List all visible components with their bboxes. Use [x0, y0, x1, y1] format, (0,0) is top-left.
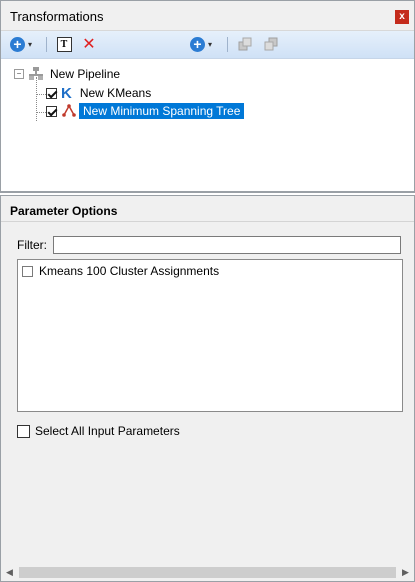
kmeans-checkbox[interactable] [46, 87, 57, 99]
spanning-tree-checkbox[interactable] [46, 105, 57, 117]
parameter-checkbox[interactable] [22, 265, 33, 277]
tree-item-label: New KMeans [79, 86, 152, 100]
move-up-button[interactable] [237, 35, 253, 53]
tree-item-minimum-spanning-tree[interactable]: New Minimum Spanning Tree [46, 102, 245, 120]
transformations-panel: Transformations x + ▾ T ✕ + ▾ − New Pipe… [0, 0, 415, 193]
list-item[interactable]: Kmeans 100 Cluster Assignments [22, 264, 219, 278]
text-icon: T [56, 36, 72, 52]
pipeline-icon [29, 67, 43, 80]
chevron-down-icon: ▾ [208, 39, 213, 49]
horizontal-scrollbar[interactable]: ◀ ▶ [1, 564, 414, 581]
select-all-label: Select All Input Parameters [35, 424, 180, 438]
tree-root-row[interactable]: − New Pipeline [14, 65, 120, 83]
add-parameter-dropdown-button[interactable]: + ▾ [190, 35, 212, 53]
tree-connector [36, 94, 46, 95]
close-button[interactable]: x [395, 10, 409, 24]
select-all-row[interactable]: Select All Input Parameters [17, 424, 180, 438]
collapse-icon[interactable]: − [14, 69, 24, 79]
scrollbar-thumb[interactable] [19, 567, 396, 578]
delete-icon: ✕ [82, 36, 96, 53]
add-dropdown-button[interactable]: + ▾ [10, 35, 32, 53]
tree-item-kmeans[interactable]: K New KMeans [46, 84, 151, 102]
add-icon: + [10, 36, 25, 52]
toolbar-separator [46, 37, 47, 52]
add-icon: + [190, 36, 205, 52]
tree-item-label: New Minimum Spanning Tree [79, 103, 245, 119]
parameter-options-panel: Parameter Options Filter: Kmeans 100 Clu… [0, 195, 415, 582]
scroll-right-icon[interactable]: ▶ [397, 564, 414, 581]
toolbar-separator [227, 37, 228, 52]
select-all-checkbox[interactable] [17, 424, 30, 438]
filter-label: Filter: [17, 238, 47, 252]
scroll-left-icon[interactable]: ◀ [1, 564, 18, 581]
tree-root-label: New Pipeline [50, 67, 121, 81]
spanning-tree-icon [62, 104, 76, 117]
transformations-toolbar: + ▾ T ✕ + ▾ [1, 31, 414, 59]
rename-button[interactable]: T [56, 35, 72, 53]
filter-input[interactable] [53, 236, 401, 254]
kmeans-icon: K [61, 84, 72, 102]
transformations-titlebar: Transformations x [1, 1, 414, 31]
list-item-label: Kmeans 100 Cluster Assignments [39, 264, 220, 278]
chevron-down-icon: ▾ [28, 39, 33, 49]
filter-row: Filter: [17, 236, 401, 254]
delete-button[interactable]: ✕ [81, 35, 97, 53]
move-down-icon [264, 37, 278, 51]
tree-connector [36, 112, 46, 113]
section-title: Parameter Options [1, 196, 414, 222]
panel-title: Transformations [10, 9, 104, 24]
tree-connector [36, 77, 37, 121]
parameter-list[interactable]: Kmeans 100 Cluster Assignments [17, 259, 403, 412]
pipeline-tree: − New Pipeline K New KMeans New Minimum … [1, 59, 414, 194]
move-down-button[interactable] [263, 35, 279, 53]
move-up-icon [238, 37, 252, 51]
